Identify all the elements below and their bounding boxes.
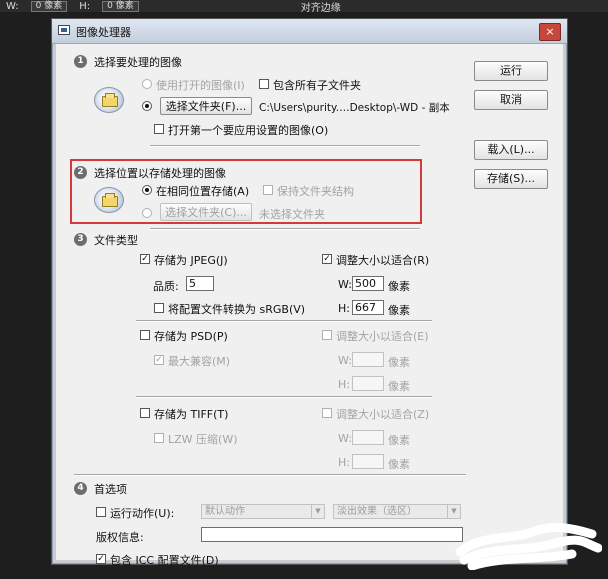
save-as-jpeg-label: 存储为 JPEG(J) (154, 254, 228, 267)
jpeg-resize-label: 调整大小以适合(R) (336, 254, 430, 267)
tiff-height-input[interactable] (352, 454, 384, 469)
run-action-label: 运行动作(U): (110, 507, 175, 520)
psd-resize-checkbox[interactable] (322, 330, 332, 340)
select-source-folder-button[interactable]: 选择文件夹(F)... (160, 97, 252, 115)
run-button[interactable]: 运行 (474, 61, 548, 81)
section-2-title: 选择位置以存储处理的图像 (94, 167, 226, 180)
include-subfolders-label: 包含所有子文件夹 (273, 79, 361, 92)
psd-height-label: H: (338, 378, 350, 391)
save-settings-button[interactable]: 存储(S)... (474, 169, 548, 189)
section-4-number: 4 (74, 482, 87, 495)
save-same-location-radio[interactable] (142, 185, 152, 195)
load-button[interactable]: 载入(L)... (474, 140, 548, 160)
select-folder-radio[interactable] (142, 101, 152, 111)
save-as-psd-checkbox[interactable] (140, 330, 150, 340)
convert-srgb-label: 将配置文件转换为 sRGB(V) (168, 303, 306, 316)
section-2-number: 2 (74, 166, 87, 179)
lzw-compression-label: LZW 压缩(W) (168, 433, 238, 446)
jpeg-quality-label: 品质: (153, 280, 179, 293)
section-1-number: 1 (74, 55, 87, 68)
jpeg-width-label: W: (338, 278, 352, 291)
app-icon (58, 25, 70, 35)
copyright-label: 版权信息: (96, 531, 144, 544)
open-first-image-label: 打开第一个要应用设置的图像(O) (168, 124, 329, 137)
image-destination-icon (94, 187, 124, 213)
width-field[interactable]: 0 像素 (30, 0, 68, 12)
jpeg-quality-input[interactable]: 5 (186, 276, 214, 291)
section-3-number: 3 (74, 233, 87, 246)
tiff-height-unit: 像素 (388, 458, 410, 471)
cancel-button[interactable]: 取消 (474, 90, 548, 110)
select-destination-radio[interactable] (142, 208, 152, 218)
psd-width-label: W: (338, 354, 352, 367)
lzw-compression-checkbox[interactable] (154, 433, 164, 443)
tiff-resize-label: 调整大小以适合(Z) (336, 408, 430, 421)
save-same-location-label: 在相同位置存储(A) (156, 185, 250, 198)
use-open-images-radio[interactable] (142, 79, 152, 89)
psd-width-input[interactable] (352, 352, 384, 367)
image-source-icon (94, 87, 124, 113)
maximize-compatibility-label: 最大兼容(M) (168, 355, 231, 368)
include-icc-label: 包含 ICC 配置文件(D) (110, 554, 219, 567)
section-1-title: 选择要处理的图像 (94, 56, 182, 69)
source-folder-path: C:\Users\purity.…Desktop\-WD - 副本 (259, 102, 450, 114)
action-set-select[interactable]: 默认动作 ▼ (201, 504, 325, 519)
convert-srgb-checkbox[interactable] (154, 303, 164, 313)
align-edges-label[interactable]: 对齐边缘 (301, 0, 341, 14)
no-folder-selected-label: 未选择文件夹 (259, 208, 325, 221)
jpeg-divider (136, 320, 432, 322)
tiff-width-input[interactable] (352, 430, 384, 445)
redaction-scribble (455, 523, 602, 570)
action-value: 淡出效果（选区） (337, 506, 417, 517)
close-button[interactable]: × (539, 23, 561, 41)
jpeg-width-unit: 像素 (388, 280, 410, 293)
chevron-down-icon: ▼ (447, 505, 460, 518)
select-destination-folder-button[interactable]: 选择文件夹(C)... (160, 203, 252, 221)
psd-divider (136, 396, 432, 398)
keep-folder-structure-checkbox[interactable] (263, 185, 273, 195)
action-select[interactable]: 淡出效果（选区） ▼ (333, 504, 461, 519)
dialog-title: 图像处理器 (76, 26, 131, 39)
copyright-input[interactable] (201, 527, 463, 542)
action-set-value: 默认动作 (205, 506, 245, 517)
psd-height-input[interactable] (352, 376, 384, 391)
section-1-divider (150, 145, 420, 147)
jpeg-height-unit: 像素 (388, 304, 410, 317)
section-4-title: 首选项 (94, 483, 127, 496)
include-icc-checkbox[interactable] (96, 554, 106, 564)
save-as-tiff-checkbox[interactable] (140, 408, 150, 418)
psd-resize-label: 调整大小以适合(E) (336, 330, 429, 343)
save-as-psd-label: 存储为 PSD(P) (154, 330, 228, 343)
section-3-title: 文件类型 (94, 234, 138, 247)
jpeg-height-input[interactable]: 667 (352, 300, 384, 315)
tiff-width-label: W: (338, 432, 352, 445)
open-first-image-checkbox[interactable] (154, 124, 164, 134)
width-label: W: (6, 0, 19, 12)
use-open-images-label: 使用打开的图像(I) (156, 79, 245, 92)
chevron-down-icon: ▼ (311, 505, 324, 518)
include-subfolders-checkbox[interactable] (259, 79, 269, 89)
psd-height-unit: 像素 (388, 380, 410, 393)
title-bar: 图像处理器 × (52, 19, 567, 44)
keep-folder-structure-label: 保持文件夹结构 (277, 185, 354, 198)
height-label: H: (79, 0, 91, 12)
save-as-jpeg-checkbox[interactable] (140, 254, 150, 264)
image-processor-dialog: 图像处理器 × 1 选择要处理的图像 使用打开的图像(I) 包含所有子文件夹 选… (51, 18, 568, 567)
tiff-height-label: H: (338, 456, 350, 469)
tiff-resize-checkbox[interactable] (322, 408, 332, 418)
tiff-width-unit: 像素 (388, 434, 410, 447)
psd-width-unit: 像素 (388, 356, 410, 369)
section-3-divider (74, 474, 466, 476)
jpeg-width-input[interactable]: 500 (352, 276, 384, 291)
jpeg-height-label: H: (338, 302, 350, 315)
section-2-divider (150, 228, 420, 230)
photoshop-options-bar: W: 0 像素 H: 0 像素 对齐边缘 (0, 0, 608, 14)
dialog-body: 1 选择要处理的图像 使用打开的图像(I) 包含所有子文件夹 选择文件夹(F).… (56, 44, 563, 567)
save-as-tiff-label: 存储为 TIFF(T) (154, 408, 229, 421)
maximize-compatibility-checkbox[interactable] (154, 355, 164, 365)
run-action-checkbox[interactable] (96, 507, 106, 517)
height-field[interactable]: 0 像素 (102, 0, 139, 12)
jpeg-resize-checkbox[interactable] (322, 254, 332, 264)
